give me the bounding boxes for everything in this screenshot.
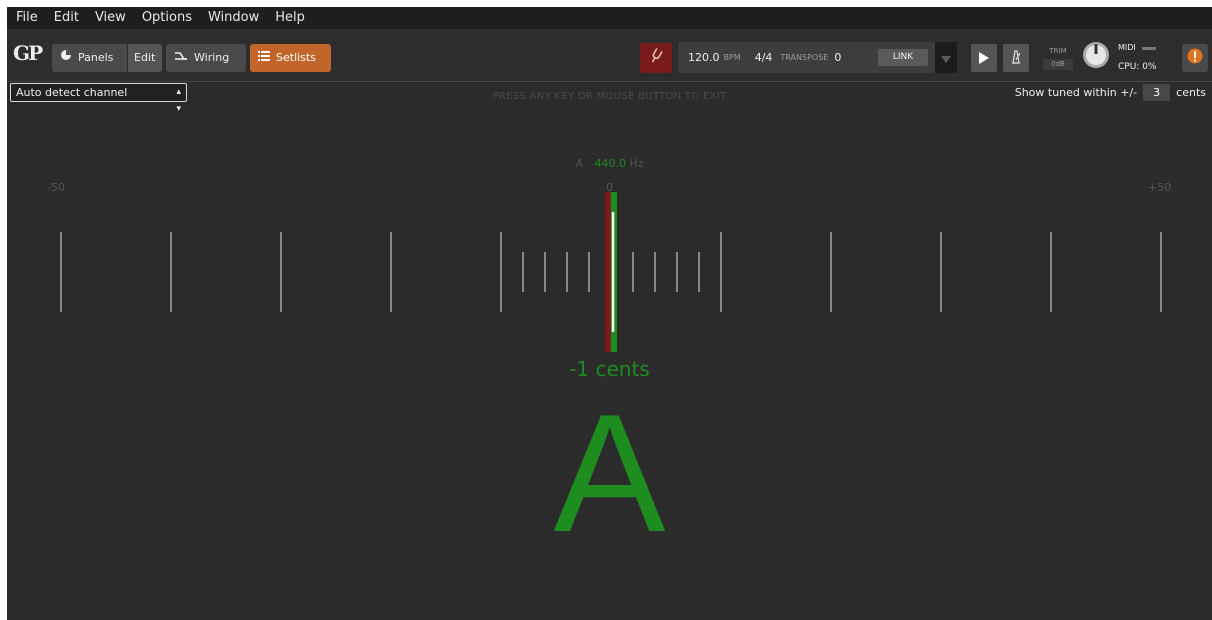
cents-readout: -1 cents xyxy=(569,357,650,381)
detected-note: A xyxy=(553,379,666,567)
tuner-window: File Edit View Options Window Help GP Pa… xyxy=(7,7,1212,620)
center-marker-left xyxy=(605,192,611,352)
